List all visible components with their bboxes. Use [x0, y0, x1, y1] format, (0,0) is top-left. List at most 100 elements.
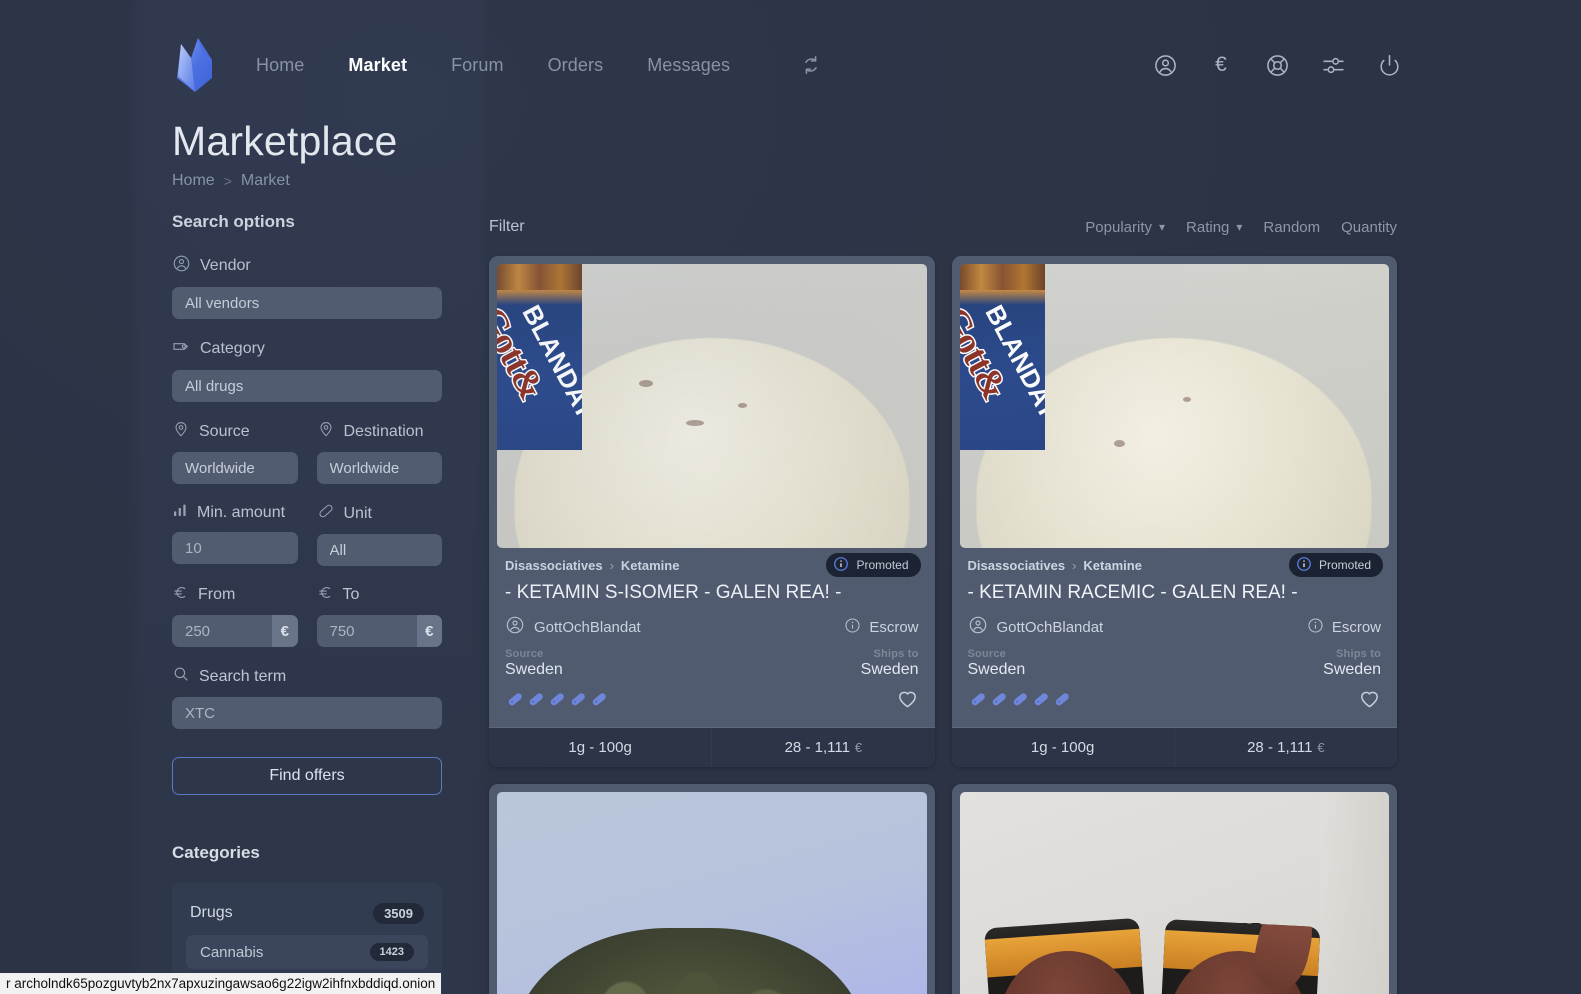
source-select[interactable] — [172, 452, 298, 484]
sort-popularity[interactable]: Popularity ▾ — [1085, 219, 1165, 236]
listing-quantity-range[interactable]: 1g - 100g — [489, 728, 711, 767]
breadcrumb-home[interactable]: Home — [172, 172, 215, 190]
listing-category-parent[interactable]: Disassociatives — [968, 558, 1066, 573]
unit-field-group: Unit — [316, 502, 442, 566]
refresh-icon[interactable] — [800, 54, 822, 76]
ships-key: Ships to — [1336, 648, 1381, 660]
category-item-count: 1423 — [369, 943, 414, 961]
min-amount-label-row: Min. amount — [172, 502, 298, 523]
listing-source: Source Sweden — [968, 648, 1026, 679]
price-range-row: From € To € — [172, 584, 442, 647]
listing-category-child[interactable]: Ketamine — [621, 558, 680, 573]
listing-vendor[interactable]: GottOchBlandat — [968, 615, 1103, 639]
category-item-cannabis[interactable]: Cannabis 1423 — [186, 935, 428, 969]
rating-pill-icon — [505, 689, 525, 714]
listing-title[interactable]: - KETAMIN RACEMIC - GALEN REA! - — [968, 582, 1382, 604]
category-item-drugs[interactable]: Drugs 3509 — [172, 895, 442, 931]
escrow-label: Escrow — [869, 618, 919, 636]
listing-card[interactable] — [489, 784, 935, 994]
sort-rating[interactable]: Rating ▾ — [1186, 219, 1242, 236]
nav-link-forum[interactable]: Forum — [429, 55, 526, 76]
listing-card[interactable]: Gott& BLANDAT Disassociatives › Ketamine — [951, 256, 1397, 767]
breadcrumb: Home > Market — [172, 172, 398, 190]
chevron-down-icon: ▾ — [1159, 220, 1166, 234]
user-circle-icon — [505, 615, 525, 639]
price-to-input[interactable] — [316, 615, 417, 647]
favorite-heart-icon[interactable] — [1358, 687, 1381, 715]
top-navigation: Home Market Forum Orders Messages € — [172, 30, 1402, 100]
source-label: Source — [199, 422, 250, 440]
category-label-row: Category — [172, 337, 442, 361]
nav-links: Home Market Forum Orders Messages — [234, 55, 752, 76]
listing-image[interactable] — [959, 792, 1389, 994]
listing-title[interactable]: - KETAMIN S-ISOMER - GALEN REA! - — [505, 582, 919, 604]
nav-link-home[interactable]: Home — [234, 55, 326, 76]
promoted-badge[interactable]: Promoted — [826, 553, 921, 577]
favorite-heart-icon[interactable] — [896, 687, 919, 715]
listing-image[interactable]: Gott& BLANDAT — [959, 264, 1389, 548]
price-from-currency-button[interactable]: € — [272, 615, 298, 647]
escrow-indicator[interactable]: Escrow — [1307, 617, 1381, 638]
listing-price-cell[interactable]: 28 - 1,111 € — [1173, 728, 1397, 767]
promoted-label: Promoted — [856, 558, 909, 572]
nav-link-messages[interactable]: Messages — [625, 55, 752, 76]
search-term-label: Search term — [199, 667, 287, 685]
price-from-label-row: From — [172, 584, 298, 606]
listing-footer: 1g - 100g 28 - 1,111 € — [951, 727, 1397, 767]
euro-glyph: € — [1215, 53, 1227, 76]
flame-logo[interactable] — [172, 34, 218, 96]
vendor-field-group: Vendor — [172, 254, 442, 319]
listing-vendor[interactable]: GottOchBlandat — [505, 615, 641, 639]
search-icon — [172, 665, 190, 688]
listing-shipping-row: Source Sweden Ships to Sweden — [968, 648, 1382, 679]
support-icon[interactable] — [1264, 52, 1290, 78]
sort-rating-label: Rating — [1186, 218, 1230, 236]
category-item-label: Cannabis — [200, 943, 264, 961]
cannabis-bud — [500, 907, 881, 994]
unit-select[interactable] — [316, 534, 442, 566]
logout-icon[interactable] — [1376, 52, 1402, 78]
vendor-select[interactable] — [172, 287, 442, 319]
listing-price-cell[interactable]: 28 - 1,111 € — [711, 728, 934, 767]
price-from-input[interactable] — [172, 615, 273, 647]
listing-card[interactable] — [951, 784, 1397, 994]
listing-card[interactable]: Gott& BLANDAT Disassociatives › Ketamine — [489, 256, 935, 767]
account-icon[interactable] — [1152, 52, 1178, 78]
categories-title: Categories — [172, 843, 260, 862]
escrow-indicator[interactable]: Escrow — [844, 617, 919, 638]
promoted-label: Promoted — [1318, 558, 1371, 572]
destination-label: Destination — [343, 422, 424, 440]
source-label-row: Source — [172, 420, 298, 443]
settings-icon[interactable] — [1320, 52, 1346, 78]
currency-icon[interactable]: € — [1208, 52, 1234, 78]
product-label-overlay: Gott& BLANDAT — [497, 264, 582, 450]
listing-price-currency: € — [1317, 740, 1325, 755]
listing-source: Source Sweden — [505, 648, 563, 679]
sort-random[interactable]: Random — [1263, 219, 1320, 236]
listing-category-parent[interactable]: Disassociatives — [505, 558, 603, 573]
category-select[interactable] — [172, 370, 442, 402]
promoted-badge[interactable]: Promoted — [1288, 553, 1383, 577]
sort-quantity[interactable]: Quantity — [1341, 219, 1397, 236]
listing-image[interactable]: Gott& BLANDAT — [497, 264, 927, 548]
source-field-group: Source — [172, 420, 298, 484]
min-amount-input[interactable] — [172, 532, 298, 564]
search-sidebar: Search options Vendor Category — [172, 212, 442, 994]
destination-select[interactable] — [316, 452, 442, 484]
nav-link-orders[interactable]: Orders — [526, 55, 626, 76]
search-term-input[interactable] — [172, 697, 442, 729]
location-pin-icon — [172, 420, 190, 443]
listing-quantity-range[interactable]: 1g - 100g — [952, 728, 1174, 767]
listing-category-child[interactable]: Ketamine — [1083, 558, 1142, 573]
find-offers-button[interactable]: Find offers — [172, 757, 442, 795]
price-to-currency-button[interactable]: € — [416, 615, 442, 647]
nav-link-market[interactable]: Market — [326, 55, 429, 76]
breadcrumb-market[interactable]: Market — [241, 172, 290, 190]
location-field-row: Source Destination — [172, 420, 442, 484]
main-content: Filter Popularity ▾ Rating ▾ Random Quan… — [489, 212, 1397, 994]
listing-grid: Gott& BLANDAT Disassociatives › Ketamine — [489, 256, 1397, 994]
rating-pill-icon — [1031, 689, 1051, 714]
background-wall — [1320, 792, 1389, 994]
listing-image[interactable] — [497, 792, 927, 994]
breadcrumb-separator: > — [223, 173, 232, 189]
